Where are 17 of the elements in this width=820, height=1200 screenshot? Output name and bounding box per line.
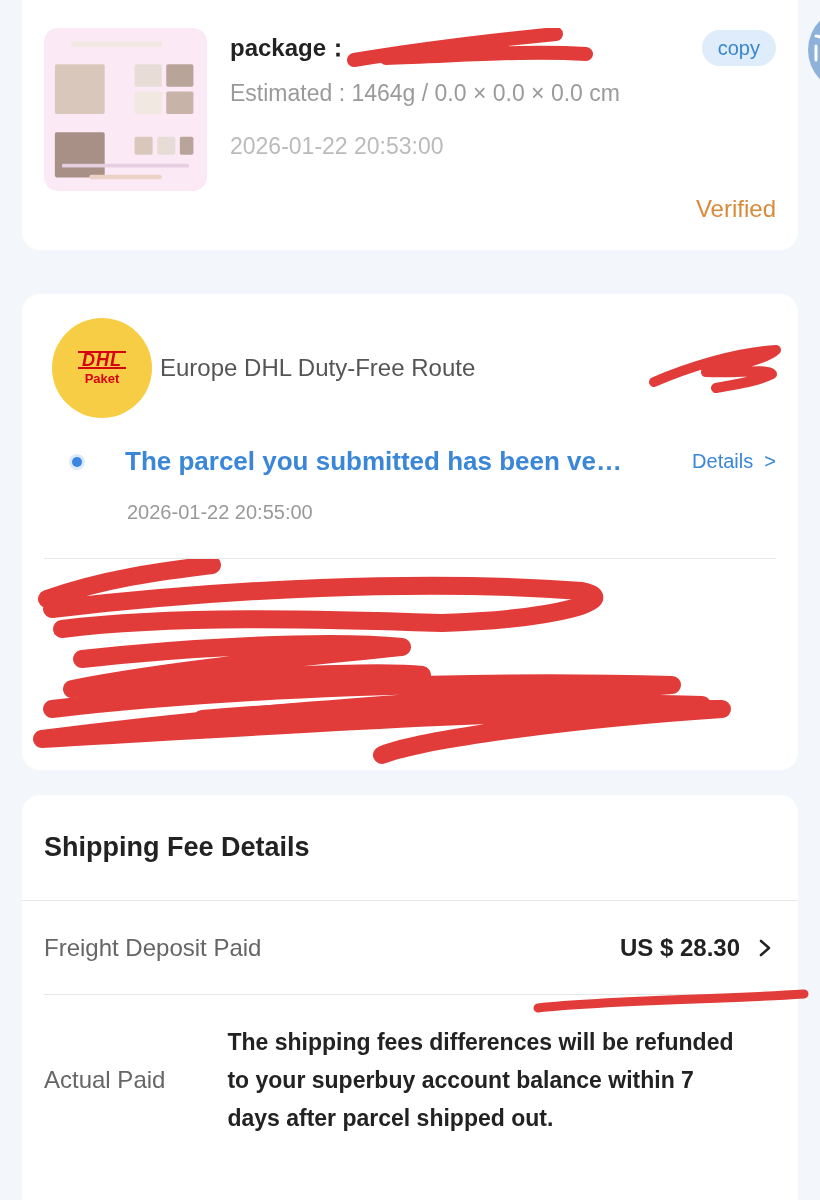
- fee-label: Actual Paid: [44, 1066, 166, 1094]
- chevron-right-icon[interactable]: [758, 937, 772, 958]
- route-name: Europe DHL Duty-Free Route: [160, 354, 476, 382]
- status-dot-icon: [72, 456, 82, 467]
- carrier-logo: DHL Paket: [52, 318, 152, 418]
- section-title: Shipping Fee Details: [22, 795, 798, 901]
- copy-button[interactable]: copy: [701, 30, 776, 66]
- tracking-message: The parcel you submitted has been ve…: [125, 446, 623, 477]
- details-link[interactable]: Details >: [692, 450, 776, 473]
- refund-note: The shipping fees differences will be refunded to your superbuy account balance within 7 days after parcel shipped out.: [227, 1028, 735, 1133]
- estimated-weight: Estimated : 1464g / 0.0 × 0.0 × 0.0 cm: [230, 80, 621, 107]
- status-label: Verified: [695, 195, 776, 223]
- fee-label: Freight Deposit Paid: [44, 933, 262, 962]
- tracking-time: 2026-01-22 20:55:00: [127, 501, 314, 524]
- package-label: package：: [230, 33, 351, 63]
- fee-amount[interactable]: US $ 28.30: [619, 933, 740, 962]
- package-time: 2026-01-22 20:53:00: [230, 133, 445, 160]
